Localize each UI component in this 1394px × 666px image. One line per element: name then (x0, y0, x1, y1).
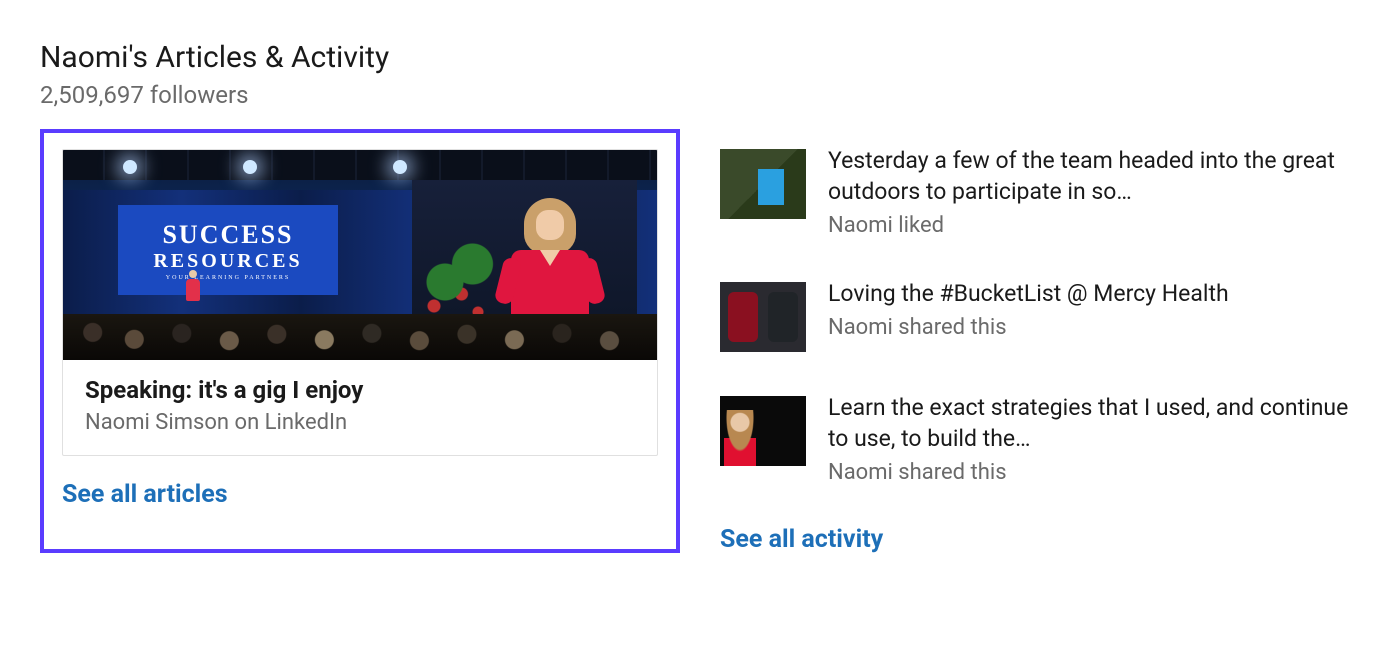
featured-article-card[interactable]: SUCCESS RESOURCES YOUR LEARNING PARTNERS… (62, 149, 658, 456)
featured-article-text: Speaking: it's a gig I enjoy Naomi Simso… (63, 360, 657, 455)
featured-article-title: Speaking: it's a gig I enjoy (85, 376, 635, 404)
activity-thumbnail (720, 282, 806, 352)
articles-panel: SUCCESS RESOURCES YOUR LEARNING PARTNERS… (40, 129, 680, 553)
activity-text: Yesterday a few of the team headed into … (828, 145, 1354, 207)
activity-meta: Naomi shared this (828, 460, 1354, 485)
see-all-activity-link[interactable]: See all activity (720, 525, 1354, 554)
activity-thumbnail (720, 396, 806, 466)
see-all-articles-link[interactable]: See all articles (62, 480, 228, 509)
activity-meta: Naomi liked (828, 213, 1354, 238)
activity-thumbnail (720, 149, 806, 219)
followers-count: 2,509,697 followers (40, 81, 1354, 109)
activity-text: Learn the exact strategies that I used, … (828, 392, 1354, 454)
activity-item[interactable]: Yesterday a few of the team headed into … (720, 145, 1354, 238)
activity-panel: Yesterday a few of the team headed into … (720, 129, 1354, 554)
activity-item[interactable]: Loving the #BucketList @ Mercy Health Na… (720, 278, 1354, 352)
activity-meta: Naomi shared this (828, 315, 1354, 340)
featured-article-byline: Naomi Simson on LinkedIn (85, 410, 635, 435)
activity-text: Loving the #BucketList @ Mercy Health (828, 278, 1354, 309)
featured-article-image: SUCCESS RESOURCES YOUR LEARNING PARTNERS (63, 150, 657, 360)
section-title: Naomi's Articles & Activity (40, 40, 1354, 75)
content-row: SUCCESS RESOURCES YOUR LEARNING PARTNERS… (40, 129, 1354, 554)
activity-item[interactable]: Learn the exact strategies that I used, … (720, 392, 1354, 485)
stage-banner: SUCCESS RESOURCES YOUR LEARNING PARTNERS (118, 205, 338, 295)
section-header: Naomi's Articles & Activity 2,509,697 fo… (40, 40, 1354, 109)
